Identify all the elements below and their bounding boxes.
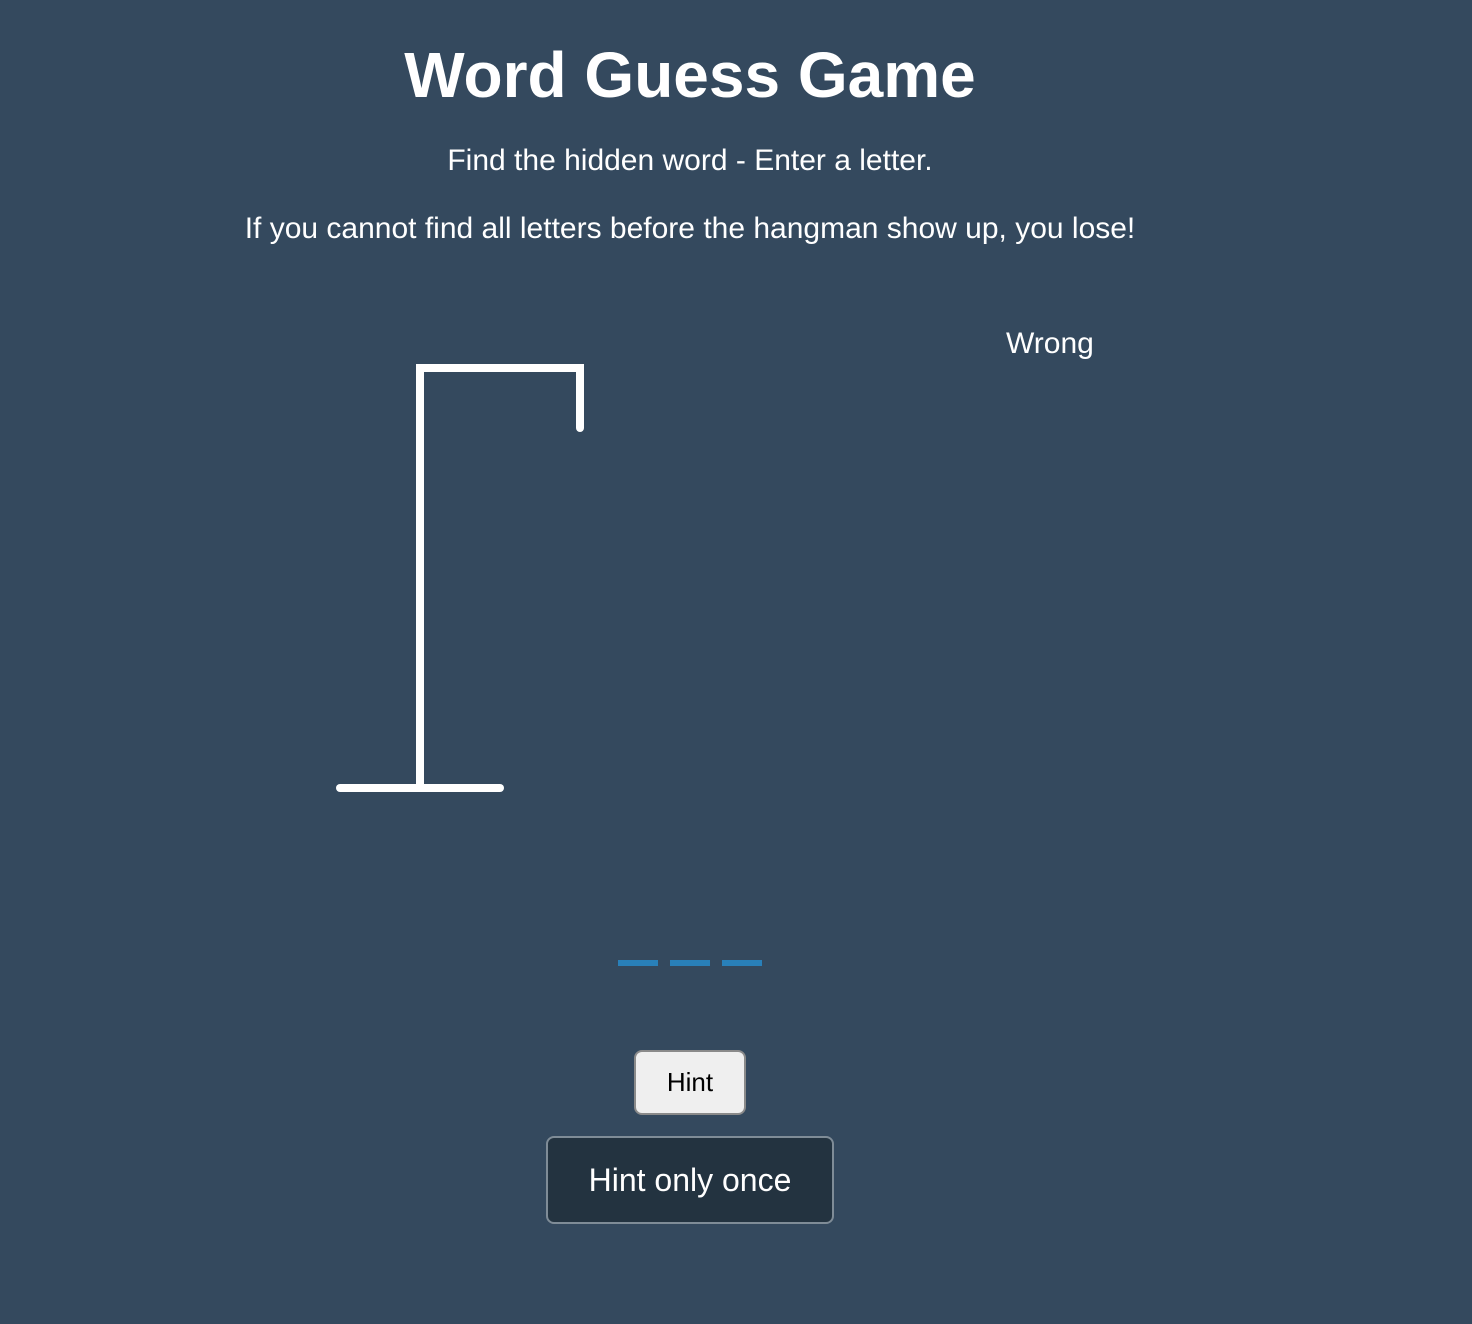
- hidden-word: [618, 960, 762, 966]
- wrong-letters-panel: Wrong: [1000, 326, 1200, 362]
- gallows-figure: [336, 364, 584, 792]
- hint-button[interactable]: Hint: [634, 1050, 746, 1115]
- letter-slot: [670, 960, 710, 966]
- wrong-letters-label: Wrong: [1006, 327, 1094, 360]
- letter-slot: [618, 960, 658, 966]
- gallows-pole: [416, 364, 584, 792]
- letter-slot: [722, 960, 762, 966]
- hint-message: Hint only once: [546, 1136, 834, 1224]
